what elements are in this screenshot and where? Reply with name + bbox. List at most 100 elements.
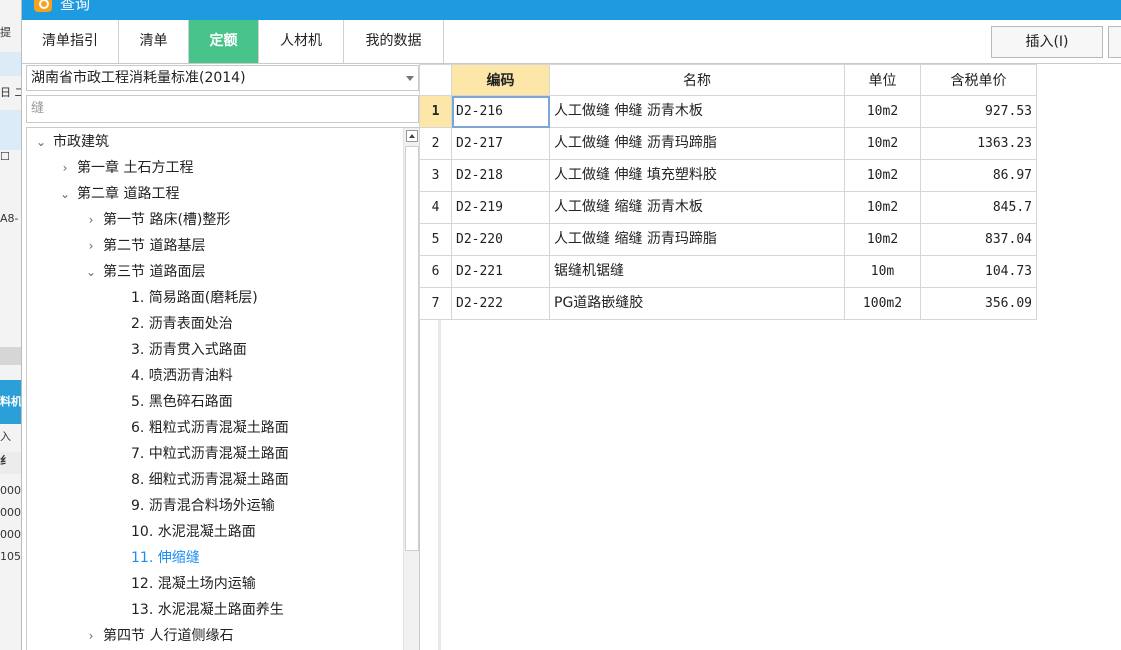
tree-item[interactable]: › 第四节 人行道侧缘石 bbox=[83, 623, 234, 649]
tree-item[interactable]: 7. 中粒式沥青混凝土路面 bbox=[131, 441, 289, 467]
table-row[interactable]: 7 D2-222 PG道路嵌缝胶 100m2 356.09 bbox=[419, 288, 1039, 320]
code-cell[interactable]: D2-217 bbox=[452, 128, 550, 160]
row-number-cell[interactable]: 3 bbox=[419, 160, 452, 192]
code-cell[interactable]: D2-216 bbox=[452, 96, 550, 128]
price-cell[interactable]: 927.53 bbox=[921, 96, 1037, 128]
tree-item-label: 市政建筑 bbox=[53, 134, 109, 150]
bg-fragment: 105 bbox=[0, 550, 21, 563]
name-cell[interactable]: 人工做缝 伸缝 沥青玛蹄脂 bbox=[550, 128, 845, 160]
unit-cell[interactable]: 10m2 bbox=[845, 96, 921, 128]
unit-cell[interactable]: 10m2 bbox=[845, 224, 921, 256]
standard-select[interactable]: 湖南省市政工程消耗量标准(2014) bbox=[26, 65, 419, 91]
tree-item[interactable]: 5. 黑色碎石路面 bbox=[131, 389, 233, 415]
tree-item[interactable]: 4. 喷洒沥青油料 bbox=[131, 363, 233, 389]
toolbar-button-partial[interactable] bbox=[1108, 26, 1121, 58]
table-row[interactable]: 1 D2-216 人工做缝 伸缝 沥青木板 10m2 927.53 bbox=[419, 96, 1039, 128]
column-header-price[interactable]: 含税单价 bbox=[921, 64, 1037, 96]
name-cell[interactable]: 人工做缝 伸缝 沥青木板 bbox=[550, 96, 845, 128]
code-cell[interactable]: D2-219 bbox=[452, 192, 550, 224]
bg-fragment: 000 bbox=[0, 506, 21, 519]
row-number-cell[interactable]: 7 bbox=[419, 288, 452, 320]
tree-item[interactable]: 10. 水泥混凝土路面 bbox=[131, 519, 256, 545]
table-row[interactable]: 4 D2-219 人工做缝 缩缝 沥青木板 10m2 845.7 bbox=[419, 192, 1039, 224]
unit-cell[interactable]: 100m2 bbox=[845, 288, 921, 320]
bg-fragment: 日 二 bbox=[0, 86, 21, 99]
unit-cell[interactable]: 10m2 bbox=[845, 128, 921, 160]
name-cell[interactable]: 锯缝机锯缝 bbox=[550, 256, 845, 288]
tree-scrollbar[interactable] bbox=[403, 128, 419, 650]
price-cell[interactable]: 837.04 bbox=[921, 224, 1037, 256]
chevron-down-icon: ⌄ bbox=[59, 187, 71, 201]
row-number-cell[interactable]: 2 bbox=[419, 128, 452, 160]
tree-item[interactable]: 1. 简易路面(磨耗层) bbox=[131, 285, 258, 311]
tree-item[interactable]: › 第一节 路床(槽)整形 bbox=[83, 207, 231, 233]
code-cell[interactable]: D2-218 bbox=[452, 160, 550, 192]
price-cell[interactable]: 1363.23 bbox=[921, 128, 1037, 160]
tree-item[interactable]: ⌄ 第二章 道路工程 bbox=[57, 181, 179, 207]
tree-item-label: 第三节 道路面层 bbox=[103, 264, 206, 280]
code-cell[interactable]: D2-220 bbox=[452, 224, 550, 256]
chevron-down-icon: ⌄ bbox=[85, 265, 97, 279]
table-row[interactable]: 2 D2-217 人工做缝 伸缝 沥青玛蹄脂 10m2 1363.23 bbox=[419, 128, 1039, 160]
unit-cell[interactable]: 10m2 bbox=[845, 160, 921, 192]
tree-item[interactable]: 12. 混凝土场内运输 bbox=[131, 571, 256, 597]
table-row[interactable]: 3 D2-218 人工做缝 伸缝 填充塑料胶 10m2 86.97 bbox=[419, 160, 1039, 192]
tree-item-label: 第一节 路床(槽)整形 bbox=[103, 212, 231, 228]
code-cell[interactable]: D2-222 bbox=[452, 288, 550, 320]
column-header-name[interactable]: 名称 bbox=[550, 64, 845, 96]
column-header-code[interactable]: 编码 bbox=[452, 64, 550, 96]
insert-button[interactable]: 插入(I) bbox=[991, 26, 1103, 58]
tab-quota[interactable]: 定额 bbox=[189, 20, 259, 63]
name-cell[interactable]: 人工做缝 缩缝 沥青木板 bbox=[550, 192, 845, 224]
unit-cell[interactable]: 10m bbox=[845, 256, 921, 288]
bg-fragment: 纟 bbox=[0, 452, 21, 474]
app-logo-icon bbox=[34, 0, 52, 12]
bg-fragment: ☐ bbox=[0, 150, 10, 163]
tree-item-selected[interactable]: 11. 伸缩缝 bbox=[131, 545, 200, 571]
price-cell[interactable]: 104.73 bbox=[921, 256, 1037, 288]
code-cell[interactable]: D2-221 bbox=[452, 256, 550, 288]
chevron-down-icon: ⌄ bbox=[35, 135, 47, 149]
tree-item[interactable]: 13. 水泥混凝土路面养生 bbox=[131, 597, 284, 623]
tab-bill-guide[interactable]: 清单指引 bbox=[22, 20, 119, 63]
scroll-up-icon[interactable] bbox=[406, 130, 418, 142]
tree-item[interactable]: 6. 粗粒式沥青混凝土路面 bbox=[131, 415, 289, 441]
price-cell[interactable]: 356.09 bbox=[921, 288, 1037, 320]
tree-item[interactable]: ⌄ 第三节 道路面层 bbox=[83, 259, 205, 285]
left-panel: 湖南省市政工程消耗量标准(2014) 缝 ⌄ 市政建筑 › 第一章 土石方工程 ⌄ 第… bbox=[26, 65, 438, 650]
row-number-cell[interactable]: 5 bbox=[419, 224, 452, 256]
name-cell[interactable]: PG道路嵌缝胶 bbox=[550, 288, 845, 320]
tree-item[interactable]: › 第二节 道路基层 bbox=[83, 233, 206, 259]
price-cell[interactable]: 845.7 bbox=[921, 192, 1037, 224]
tree-item[interactable]: 2. 沥青表面处治 bbox=[131, 311, 233, 337]
row-number-cell[interactable]: 4 bbox=[419, 192, 452, 224]
bg-fragment: 提 bbox=[0, 26, 11, 39]
chevron-right-icon: › bbox=[88, 239, 94, 253]
table-row[interactable]: 6 D2-221 锯缝机锯缝 10m 104.73 bbox=[419, 256, 1039, 288]
tab-my-data[interactable]: 我的数据 bbox=[344, 20, 444, 63]
tree-item[interactable]: 3. 沥青贯入式路面 bbox=[131, 337, 247, 363]
tree-item-label: 第二节 道路基层 bbox=[103, 238, 206, 254]
table-row[interactable]: 5 D2-220 人工做缝 缩缝 沥青玛蹄脂 10m2 837.04 bbox=[419, 224, 1039, 256]
price-cell[interactable]: 86.97 bbox=[921, 160, 1037, 192]
unit-cell[interactable]: 10m2 bbox=[845, 192, 921, 224]
name-cell[interactable]: 人工做缝 伸缝 填充塑料胶 bbox=[550, 160, 845, 192]
scrollbar-thumb[interactable] bbox=[405, 146, 419, 551]
chevron-right-icon: › bbox=[88, 629, 94, 643]
row-number-cell[interactable]: 1 bbox=[419, 96, 452, 128]
tab-labor-material-machine[interactable]: 人材机 bbox=[259, 20, 344, 63]
name-cell[interactable]: 人工做缝 缩缝 沥青玛蹄脂 bbox=[550, 224, 845, 256]
row-number-cell[interactable]: 6 bbox=[419, 256, 452, 288]
tree-item[interactable]: 8. 细粒式沥青混凝土路面 bbox=[131, 467, 289, 493]
tree-item[interactable]: › 第一章 土石方工程 bbox=[57, 155, 194, 181]
search-input[interactable]: 缝 bbox=[26, 95, 419, 123]
bg-fragment: 入 bbox=[0, 430, 11, 443]
table-corner-cell bbox=[419, 64, 452, 96]
tree-item[interactable]: ⌄ 市政建筑 bbox=[33, 129, 109, 155]
tab-bar: 清单指引 清单 定额 人材机 我的数据 插入(I) bbox=[22, 20, 1121, 64]
tab-bill[interactable]: 清单 bbox=[119, 20, 189, 63]
tree-item[interactable]: 9. 沥青混合料场外运输 bbox=[131, 493, 275, 519]
dialog-title-bar[interactable]: 查询 bbox=[22, 0, 1121, 20]
column-header-unit[interactable]: 单位 bbox=[845, 64, 921, 96]
quota-tree: ⌄ 市政建筑 › 第一章 土石方工程 ⌄ 第二章 道路工程 › 第一节 路床(槽)整形 … bbox=[26, 127, 420, 650]
